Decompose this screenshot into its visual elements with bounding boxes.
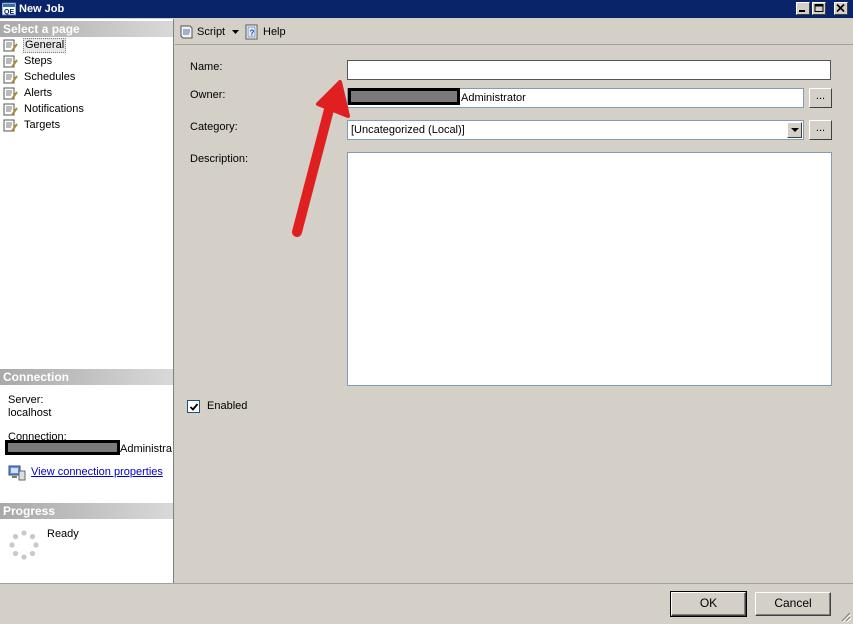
toolbar-separator <box>175 44 853 45</box>
page-wrench-icon <box>3 103 18 116</box>
category-select[interactable]: [Uncategorized (Local)] <box>347 120 804 140</box>
enabled-label: Enabled <box>207 400 248 412</box>
cancel-button[interactable]: Cancel <box>755 592 831 616</box>
title-bar: QE New Job <box>0 0 853 18</box>
progress-spinner-icon <box>9 530 39 560</box>
minimize-icon <box>799 10 805 12</box>
page-item-label: Steps <box>24 55 53 67</box>
page-wrench-icon <box>3 71 18 84</box>
svg-text:QE: QE <box>4 9 14 16</box>
redacted-connection-user <box>5 440 120 455</box>
progress-header: Progress <box>0 503 173 519</box>
owner-label: Owner: <box>190 89 226 101</box>
script-icon <box>180 25 193 39</box>
connection-properties-icon <box>8 465 26 481</box>
chevron-down-icon <box>232 30 239 34</box>
ok-button[interactable]: OK <box>670 591 747 617</box>
category-value: [Uncategorized (Local)] <box>351 124 465 136</box>
owner-browse-button[interactable]: ... <box>809 88 832 108</box>
sql-job-app-icon: QE <box>2 2 16 16</box>
server-value: localhost <box>8 407 52 419</box>
page-item-label: Schedules <box>24 71 76 83</box>
minimize-button[interactable] <box>796 2 810 15</box>
help-icon: ? <box>245 24 258 40</box>
page-item-label: Notifications <box>24 103 84 115</box>
page-wrench-icon <box>3 119 18 132</box>
page-wrench-icon <box>3 87 18 100</box>
page-wrench-icon <box>3 55 18 68</box>
close-icon <box>836 3 845 13</box>
owner-value: Administrator <box>461 92 526 104</box>
redacted-owner-user <box>348 88 460 105</box>
category-dropdown-arrow[interactable] <box>787 122 802 138</box>
close-button[interactable] <box>834 2 848 15</box>
maximize-button[interactable] <box>812 2 826 15</box>
help-label: Help <box>263 26 286 38</box>
select-page-header: Select a page <box>0 21 173 37</box>
resize-grip-icon[interactable] <box>839 610 851 622</box>
server-label: Server: <box>8 394 44 406</box>
name-label: Name: <box>190 61 223 73</box>
maximize-icon <box>814 4 824 12</box>
name-input[interactable] <box>347 60 831 80</box>
enabled-checkbox[interactable] <box>187 400 200 413</box>
connection-value: Administra <box>120 443 172 455</box>
category-browse-button[interactable]: ... <box>809 120 832 140</box>
progress-status: Ready <box>47 528 79 540</box>
window-title: New Job <box>19 3 65 15</box>
svg-text:?: ? <box>250 29 255 38</box>
script-label: Script <box>197 26 226 38</box>
description-textarea[interactable] <box>347 152 832 386</box>
view-connection-properties-link[interactable]: View connection properties <box>31 466 163 478</box>
page-item-label: General <box>23 38 67 53</box>
connection-header: Connection <box>0 369 173 385</box>
checkmark-icon <box>189 403 199 411</box>
page-wrench-icon <box>3 39 18 52</box>
category-label: Category: <box>190 121 238 133</box>
page-item-label: Targets <box>24 119 61 131</box>
description-label: Description: <box>190 153 249 165</box>
page-item-label: Alerts <box>24 87 53 99</box>
